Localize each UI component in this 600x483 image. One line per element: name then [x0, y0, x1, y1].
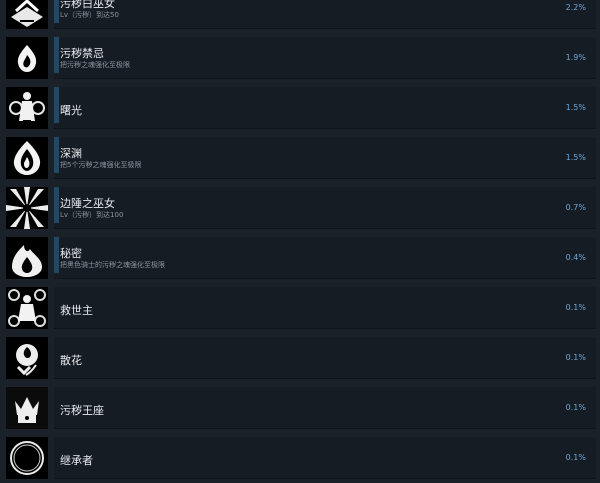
- achievement-panel: 污秽禁忌 把污秽之魂强化至极限 1.9%: [54, 37, 596, 79]
- unlock-percentage: 1.5%: [565, 153, 586, 162]
- achievement-row[interactable]: 深渊 把5个污秽之魂强化至极限 1.5%: [0, 133, 600, 183]
- achievement-description: 把5个污秽之魂强化至极限: [60, 161, 142, 169]
- savior-icon: [6, 287, 48, 329]
- achievement-panel: 边陲之巫女 Lv（污秽）到达100 0.7%: [54, 187, 596, 229]
- achievement-panel: 污秽王座 0.1%: [54, 387, 596, 429]
- achievement-row[interactable]: 污秽白巫女 Lv（污秽）到达50 2.2%: [0, 0, 600, 33]
- dawn-maiden-icon: [6, 87, 48, 129]
- progress-bar: [54, 0, 59, 23]
- achievement-panel: 污秽白巫女 Lv（污秽）到达50 2.2%: [54, 0, 596, 29]
- achievement-title: 污秽禁忌: [60, 47, 104, 60]
- achievement-description: Lv（污秽）到达100: [60, 211, 124, 219]
- achievement-title: 污秽王座: [60, 404, 104, 417]
- achievement-title: 边陲之巫女: [60, 197, 115, 210]
- burst-icon: [6, 187, 48, 229]
- achievement-row[interactable]: 救世主 0.1%: [0, 283, 600, 333]
- achievement-panel: 曙光 1.5%: [54, 87, 596, 129]
- achievement-row[interactable]: 秘密 把黑色骑士的污秽之魂强化至极限 0.4%: [0, 233, 600, 283]
- progress-bar: [54, 37, 59, 73]
- ring-icon: [6, 437, 48, 479]
- achievement-panel: 继承者 0.1%: [54, 437, 596, 479]
- unlock-percentage: 2.2%: [565, 3, 586, 12]
- unlock-percentage: 0.1%: [565, 403, 586, 412]
- unlock-percentage: 0.7%: [565, 203, 586, 212]
- throne-icon: [6, 387, 48, 429]
- achievement-panel: 散花 0.1%: [54, 337, 596, 379]
- progress-bar: [54, 237, 59, 273]
- achievement-row[interactable]: 散花 0.1%: [0, 333, 600, 383]
- secret-flame-icon: [6, 237, 48, 279]
- achievement-list: 污秽白巫女 Lv（污秽）到达50 2.2% 污秽禁忌 把污秽之魂强化至极限 1.…: [0, 0, 600, 483]
- achievement-title: 曙光: [60, 104, 82, 117]
- achievement-title: 秘密: [60, 247, 82, 260]
- progress-bar: [54, 187, 59, 223]
- achievement-row[interactable]: 边陲之巫女 Lv（污秽）到达100 0.7%: [0, 183, 600, 233]
- progress-bar: [54, 87, 59, 123]
- achievement-title: 深渊: [60, 147, 82, 160]
- achievement-panel: 秘密 把黑色骑士的污秽之魂强化至极限 0.4%: [54, 237, 596, 279]
- unlock-percentage: 0.1%: [565, 303, 586, 312]
- unlock-percentage: 1.9%: [565, 53, 586, 62]
- white-witch-icon: [6, 0, 48, 29]
- achievement-row[interactable]: 继承者 0.1%: [0, 433, 600, 483]
- unlock-percentage: 0.1%: [565, 353, 586, 362]
- achievement-panel: 救世主 0.1%: [54, 287, 596, 329]
- achievement-row[interactable]: 曙光 1.5%: [0, 83, 600, 133]
- unlock-percentage: 0.4%: [565, 253, 586, 262]
- achievement-description: Lv（污秽）到达50: [60, 11, 119, 19]
- flame-icon: [6, 37, 48, 79]
- unlock-percentage: 1.5%: [565, 103, 586, 112]
- unlock-percentage: 0.1%: [565, 453, 586, 462]
- achievement-title: 继承者: [60, 454, 93, 467]
- achievement-title: 散花: [60, 354, 82, 367]
- progress-bar: [54, 137, 59, 173]
- achievement-title: 救世主: [60, 304, 93, 317]
- achievement-panel: 深渊 把5个污秽之魂强化至极限 1.5%: [54, 137, 596, 179]
- rose-icon: [6, 337, 48, 379]
- abyss-flame-icon: [6, 137, 48, 179]
- achievement-row[interactable]: 污秽禁忌 把污秽之魂强化至极限 1.9%: [0, 33, 600, 83]
- achievement-description: 把污秽之魂强化至极限: [60, 61, 130, 69]
- achievement-row[interactable]: 污秽王座 0.1%: [0, 383, 600, 433]
- achievement-description: 把黑色骑士的污秽之魂强化至极限: [60, 261, 165, 269]
